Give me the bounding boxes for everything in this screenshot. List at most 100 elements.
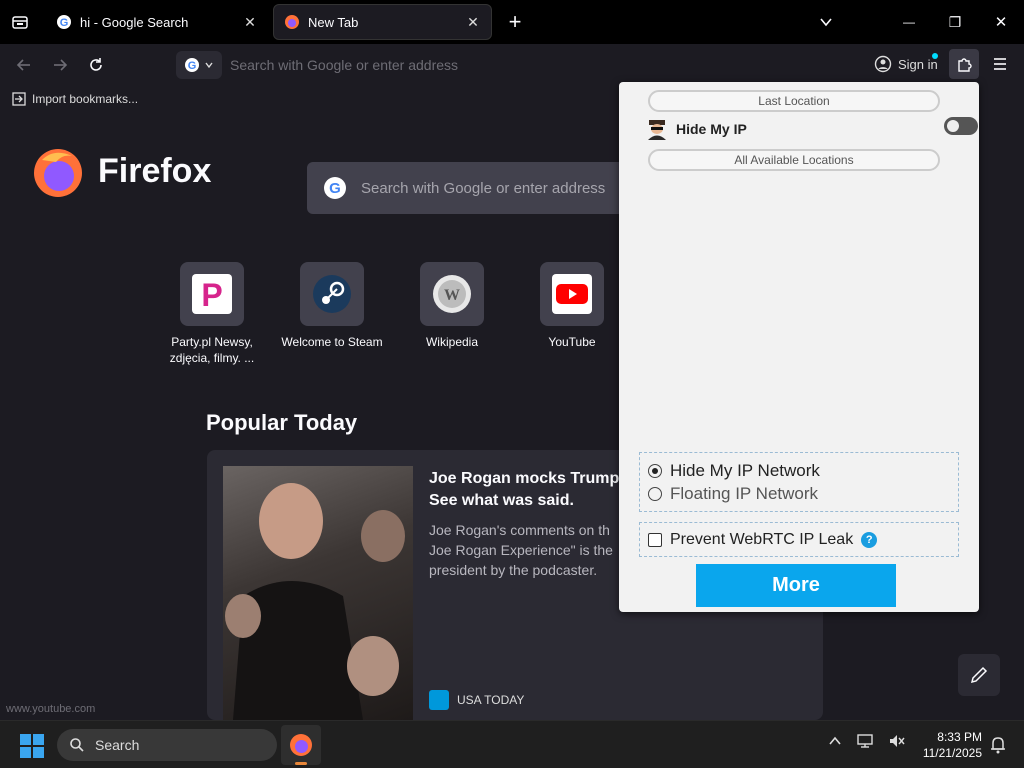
tab-title: New Tab — [308, 14, 359, 30]
svg-text:W: W — [444, 287, 460, 304]
url-input[interactable] — [222, 57, 616, 73]
steam-icon — [313, 275, 351, 313]
tab-strip: G hi - Google Search ✕ New Tab ✕ + — ❐ ✕ — [0, 0, 1024, 44]
network-icon[interactable] — [856, 733, 874, 749]
network-option-label: Floating IP Network — [670, 484, 819, 503]
shortcut-youtube[interactable]: YouTube — [519, 262, 625, 350]
story-excerpt: Joe Rogan's comments on th Joe Rogan Exp… — [429, 522, 613, 578]
shortcut-party-pl[interactable]: P Party.pl Newsy, zdjęcia, filmy. ... — [159, 262, 265, 366]
svg-text:G: G — [188, 60, 197, 72]
extensions-button[interactable] — [949, 49, 979, 79]
svg-text:G: G — [329, 180, 341, 197]
notification-dot — [932, 53, 938, 59]
last-location-button[interactable]: Last Location — [648, 90, 940, 112]
taskbar-firefox[interactable] — [281, 725, 321, 765]
webrtc-label: Prevent WebRTC IP Leak — [670, 530, 854, 548]
help-icon[interactable]: ? — [861, 531, 878, 548]
system-tray — [828, 733, 906, 749]
shortcut-steam[interactable]: Welcome to Steam — [279, 262, 385, 350]
radio-selected[interactable] — [648, 464, 662, 478]
tab-list-button[interactable] — [8, 10, 32, 34]
clock-time: 8:33 PM — [937, 730, 982, 744]
tab-title: hi - Google Search — [80, 14, 189, 30]
shortcut-label: YouTube — [548, 335, 596, 349]
tab-new-tab[interactable]: New Tab ✕ — [273, 4, 492, 40]
clock[interactable]: 8:33 PM 11/21/2025 — [916, 729, 982, 761]
taskbar-search[interactable]: Search — [57, 729, 277, 761]
radio-unselected[interactable] — [648, 487, 662, 501]
back-button[interactable] — [12, 53, 36, 77]
firefox-icon — [285, 15, 299, 29]
import-bookmarks-button[interactable]: Import bookmarks... — [12, 92, 138, 106]
story-source: USA TODAY — [429, 690, 524, 710]
taskbar-search-label: Search — [95, 737, 140, 753]
hamburger-icon — [994, 58, 1006, 70]
chevron-down-icon — [205, 62, 213, 69]
clock-date: 11/21/2025 — [922, 746, 982, 760]
network-option-hide-my-ip[interactable]: Hide My IP Network — [648, 461, 820, 481]
reload-icon — [90, 58, 102, 71]
shortcut-wikipedia[interactable]: W Wikipedia — [399, 262, 505, 350]
tab-close-button[interactable]: ✕ — [465, 14, 481, 31]
puzzle-icon — [958, 58, 972, 72]
webrtc-leak-option[interactable]: Prevent WebRTC IP Leak ? — [639, 522, 959, 557]
status-url: www.youtube.com — [0, 700, 102, 720]
back-arrow-icon — [16, 59, 30, 71]
more-button[interactable]: More — [696, 564, 896, 607]
start-button[interactable] — [20, 734, 44, 758]
story-image — [223, 466, 413, 720]
volume-muted-icon[interactable] — [888, 733, 906, 749]
sign-in-label: Sign in — [898, 56, 938, 72]
windows-logo-icon — [33, 734, 44, 745]
story-title: Joe Rogan mocks Trump See what was said. — [429, 470, 620, 509]
forward-button[interactable] — [48, 53, 72, 77]
home-search-placeholder: Search with Google or enter address — [361, 179, 606, 197]
shortcut-label: Welcome to Steam — [281, 335, 383, 349]
firefox-logo — [34, 149, 82, 197]
google-icon: G — [324, 177, 346, 199]
new-tab-button[interactable]: + — [503, 9, 527, 34]
svg-text:G: G — [60, 17, 69, 29]
search-engine-button[interactable]: G — [176, 51, 222, 79]
popular-today-heading: Popular Today — [206, 410, 358, 435]
google-icon: G — [185, 58, 199, 72]
webrtc-checkbox[interactable] — [648, 532, 662, 547]
shortcut-label: Party.pl Newsy, zdjęcia, filmy. ... — [169, 335, 255, 365]
app-menu-button[interactable] — [990, 54, 1010, 74]
hide-my-ip-toggle[interactable] — [944, 117, 978, 135]
firefox-wordmark: Firefox — [98, 152, 212, 190]
taskbar: Search 8:33 PM 11/21/2025 — [0, 720, 1024, 768]
close-window-button[interactable]: ✕ — [989, 10, 1013, 34]
pencil-icon — [970, 666, 988, 684]
minimize-button[interactable]: — — [897, 10, 921, 34]
windows-logo-icon — [33, 747, 44, 758]
nav-bar: G Sign in — [0, 44, 1024, 86]
usa-today-icon — [429, 690, 449, 710]
shortcut-label: Wikipedia — [425, 335, 479, 349]
home-search-box[interactable]: G Search with Google or enter address — [307, 162, 637, 214]
windows-logo-icon — [20, 734, 31, 745]
bell-icon — [991, 737, 1005, 754]
customize-button[interactable] — [958, 654, 1000, 696]
chevron-down-icon — [820, 18, 832, 27]
tab-close-button[interactable]: ✕ — [242, 14, 258, 31]
search-icon — [70, 738, 84, 752]
tab-google-search[interactable]: G hi - Google Search ✕ — [46, 4, 268, 40]
sign-in-button[interactable]: Sign in — [874, 53, 938, 73]
notifications-button[interactable] — [988, 735, 1008, 755]
google-icon: G — [57, 15, 71, 29]
story-source-label: USA TODAY — [457, 693, 525, 707]
network-option-label: Hide My IP Network — [670, 461, 820, 480]
list-all-tabs-button[interactable] — [814, 10, 838, 34]
import-icon — [12, 92, 26, 106]
maximize-button[interactable]: ❐ — [943, 10, 967, 34]
network-option-floating-ip[interactable]: Floating IP Network — [648, 484, 818, 504]
spy-icon — [648, 120, 666, 140]
svg-text:P: P — [201, 277, 222, 313]
all-locations-button[interactable]: All Available Locations — [648, 149, 940, 171]
hide-my-ip-label: Hide My IP — [676, 121, 747, 137]
chevron-up-icon[interactable] — [828, 734, 842, 748]
firefox-icon — [290, 734, 312, 756]
reload-button[interactable] — [84, 53, 108, 77]
hide-my-ip-popup: Last Location Hide My IP All Available L… — [619, 82, 979, 612]
